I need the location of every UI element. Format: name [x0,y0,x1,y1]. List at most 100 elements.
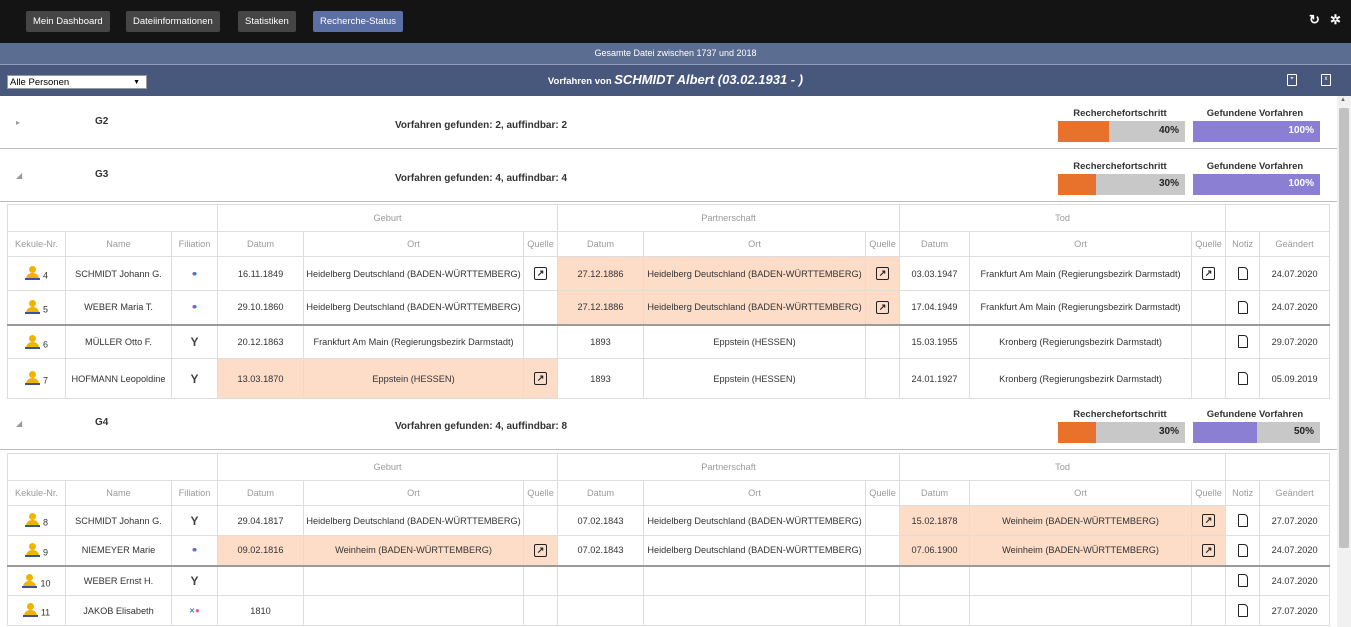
person-icon[interactable] [22,573,40,588]
collapse-toggle-icon[interactable]: ◢ [16,419,22,428]
column-header-quelle[interactable]: Quelle [523,480,559,506]
column-header-datum[interactable]: Datum [899,231,971,257]
note-icon[interactable] [1237,514,1248,527]
person-name[interactable]: HOFMANN Leopoldine [65,358,172,399]
column-header-ort[interactable]: Ort [969,231,1193,257]
nav-dashboard-button[interactable]: Mein Dashboard [26,11,110,32]
person-name[interactable]: NIEMEYER Marie [65,535,172,566]
excel-icon[interactable]: x [1321,74,1331,86]
table-row[interactable]: 9 NIEMEYER Marie ●● 09.02.1816 Weinheim (BAD… [7,535,1331,566]
column-header-quelle[interactable]: Quelle [865,231,901,257]
note-icon[interactable] [1237,372,1248,385]
column-header-ort[interactable]: Ort [303,231,525,257]
death-date: 17.04.1949 [899,290,971,325]
column-header-quelle[interactable]: Quelle [1191,480,1227,506]
column-header-datum[interactable]: Datum [899,480,971,506]
source-icon[interactable]: ↗ [876,300,890,314]
person-filter-select[interactable]: Alle Personen ▼ [7,75,147,89]
filiation-icon[interactable]: Y [191,575,199,587]
person-icon[interactable] [24,266,43,281]
note-icon[interactable] [1237,604,1248,617]
column-header-datum[interactable]: Datum [557,480,645,506]
column-header-kekule[interactable]: Kekule-Nr. [7,480,66,506]
person-icon[interactable] [22,603,41,618]
source-icon[interactable]: ↗ [1202,543,1216,557]
pdf-icon[interactable]: ⌖ [1287,74,1297,86]
expand-toggle-icon[interactable]: ▸ [16,118,20,127]
column-header-kekule[interactable]: Kekule-Nr. [7,231,66,257]
nav-file-info-button[interactable]: Dateiinformationen [126,11,220,32]
table-row[interactable]: 11 JAKOB Elisabeth ✕● 1810 27.07.2020 [7,595,1331,626]
person-icon[interactable] [24,334,43,349]
column-header-datum[interactable]: Datum [217,480,305,506]
column-header-quelle[interactable]: Quelle [865,480,901,506]
note-icon[interactable] [1237,300,1248,314]
person-icon[interactable] [24,371,43,386]
gear-icon[interactable]: ✲ [1330,12,1341,28]
column-header-notiz[interactable]: Notiz [1225,480,1261,506]
column-header-filiation[interactable]: Filiation [170,231,219,257]
column-header-notiz[interactable]: Notiz [1225,231,1261,257]
column-header-quelle[interactable]: Quelle [523,231,559,257]
scroll-up-icon[interactable]: ▲ [1340,97,1346,103]
column-header-quelle[interactable]: Quelle [1191,231,1227,257]
person-name[interactable]: SCHMIDT Johann G. [65,256,172,291]
column-header-geaendert[interactable]: Geändert [1259,480,1331,506]
person-icon[interactable] [24,300,43,315]
note-icon[interactable] [1237,543,1248,557]
person-name[interactable]: SCHMIDT Johann G. [65,505,172,536]
ancestor-table: Geburt Partnerschaft Tod Kekule-Nr. Name Fili… [6,204,1331,399]
scrollbar-thumb[interactable] [1339,108,1349,548]
note-icon[interactable] [1237,574,1248,588]
column-header-filiation[interactable]: Filiation [170,480,219,506]
filiation-icon[interactable]: Y [191,336,199,348]
note-icon[interactable] [1237,335,1248,349]
column-header-name[interactable]: Name [65,480,172,506]
column-header-datum[interactable]: Datum [217,231,305,257]
table-row[interactable]: 10 WEBER Ernst H. Y 24.07.2020 [7,564,1331,596]
column-header-name[interactable]: Name [65,231,172,257]
top-navigation-bar: Mein Dashboard Dateiinformationen Statis… [0,0,1351,43]
table-row[interactable]: 7 HOFMANN Leopoldine Y 13.03.1870 Eppstein (… [7,358,1331,399]
generation-header: ◢ G3 Vorfahren gefunden: 4, auffindbar: 4 R… [0,149,1337,202]
column-header-ort[interactable]: Ort [643,231,867,257]
source-icon[interactable]: ↗ [534,372,548,385]
filiation-icon[interactable]: ●● [192,301,198,313]
person-name[interactable]: WEBER Ernst H. [65,564,172,596]
filiation-icon[interactable]: Y [191,373,199,385]
filiation-icon[interactable]: ●● [192,544,198,556]
person-name[interactable]: WEBER Maria T. [65,290,172,325]
column-header-ort[interactable]: Ort [643,480,867,506]
column-header-geaendert[interactable]: Geändert [1259,231,1331,257]
birth-date: 09.02.1816 [217,535,305,566]
collapse-toggle-icon[interactable]: ◢ [16,171,22,180]
source-icon[interactable]: ↗ [1202,267,1216,280]
partner-date: 07.02.1843 [557,505,645,536]
person-name[interactable]: MÜLLER Otto F. [65,323,172,359]
nav-statistics-button[interactable]: Statistiken [238,11,296,32]
filiation-icon[interactable]: ✕● [189,603,200,618]
source-icon[interactable]: ↗ [1202,514,1216,527]
table-row[interactable]: 4 SCHMIDT Johann G. ●● 16.11.1849 Heidelberg… [7,256,1331,291]
note-icon[interactable] [1237,267,1248,280]
birth-date [217,564,305,596]
table-row[interactable]: 8 SCHMIDT Johann G. Y 29.04.1817 Heidelberg … [7,505,1331,536]
person-icon[interactable] [24,543,43,558]
source-icon[interactable]: ↗ [534,543,548,557]
person-icon[interactable] [24,513,43,528]
table-row[interactable]: 6 MÜLLER Otto F. Y 20.12.1863 Frankfurt Am M… [7,323,1331,359]
found-ancestors-bar: 100% [1193,121,1320,142]
source-icon[interactable]: ↗ [534,267,548,280]
person-name[interactable]: JAKOB Elisabeth [65,595,172,626]
column-header-ort[interactable]: Ort [303,480,525,506]
filiation-cell: Y [170,323,219,359]
column-header-ort[interactable]: Ort [969,480,1193,506]
source-icon[interactable]: ↗ [876,267,890,280]
column-header-datum[interactable]: Datum [557,231,645,257]
refresh-icon[interactable]: ↻ [1309,12,1320,28]
nav-research-status-button[interactable]: Recherche-Status [313,11,404,32]
filiation-icon[interactable]: ●● [192,268,198,280]
filiation-cell: ●● [170,535,219,566]
filiation-icon[interactable]: Y [191,515,199,527]
table-row[interactable]: 5 WEBER Maria T. ●● 29.10.1860 Heidelberg De… [7,290,1331,325]
